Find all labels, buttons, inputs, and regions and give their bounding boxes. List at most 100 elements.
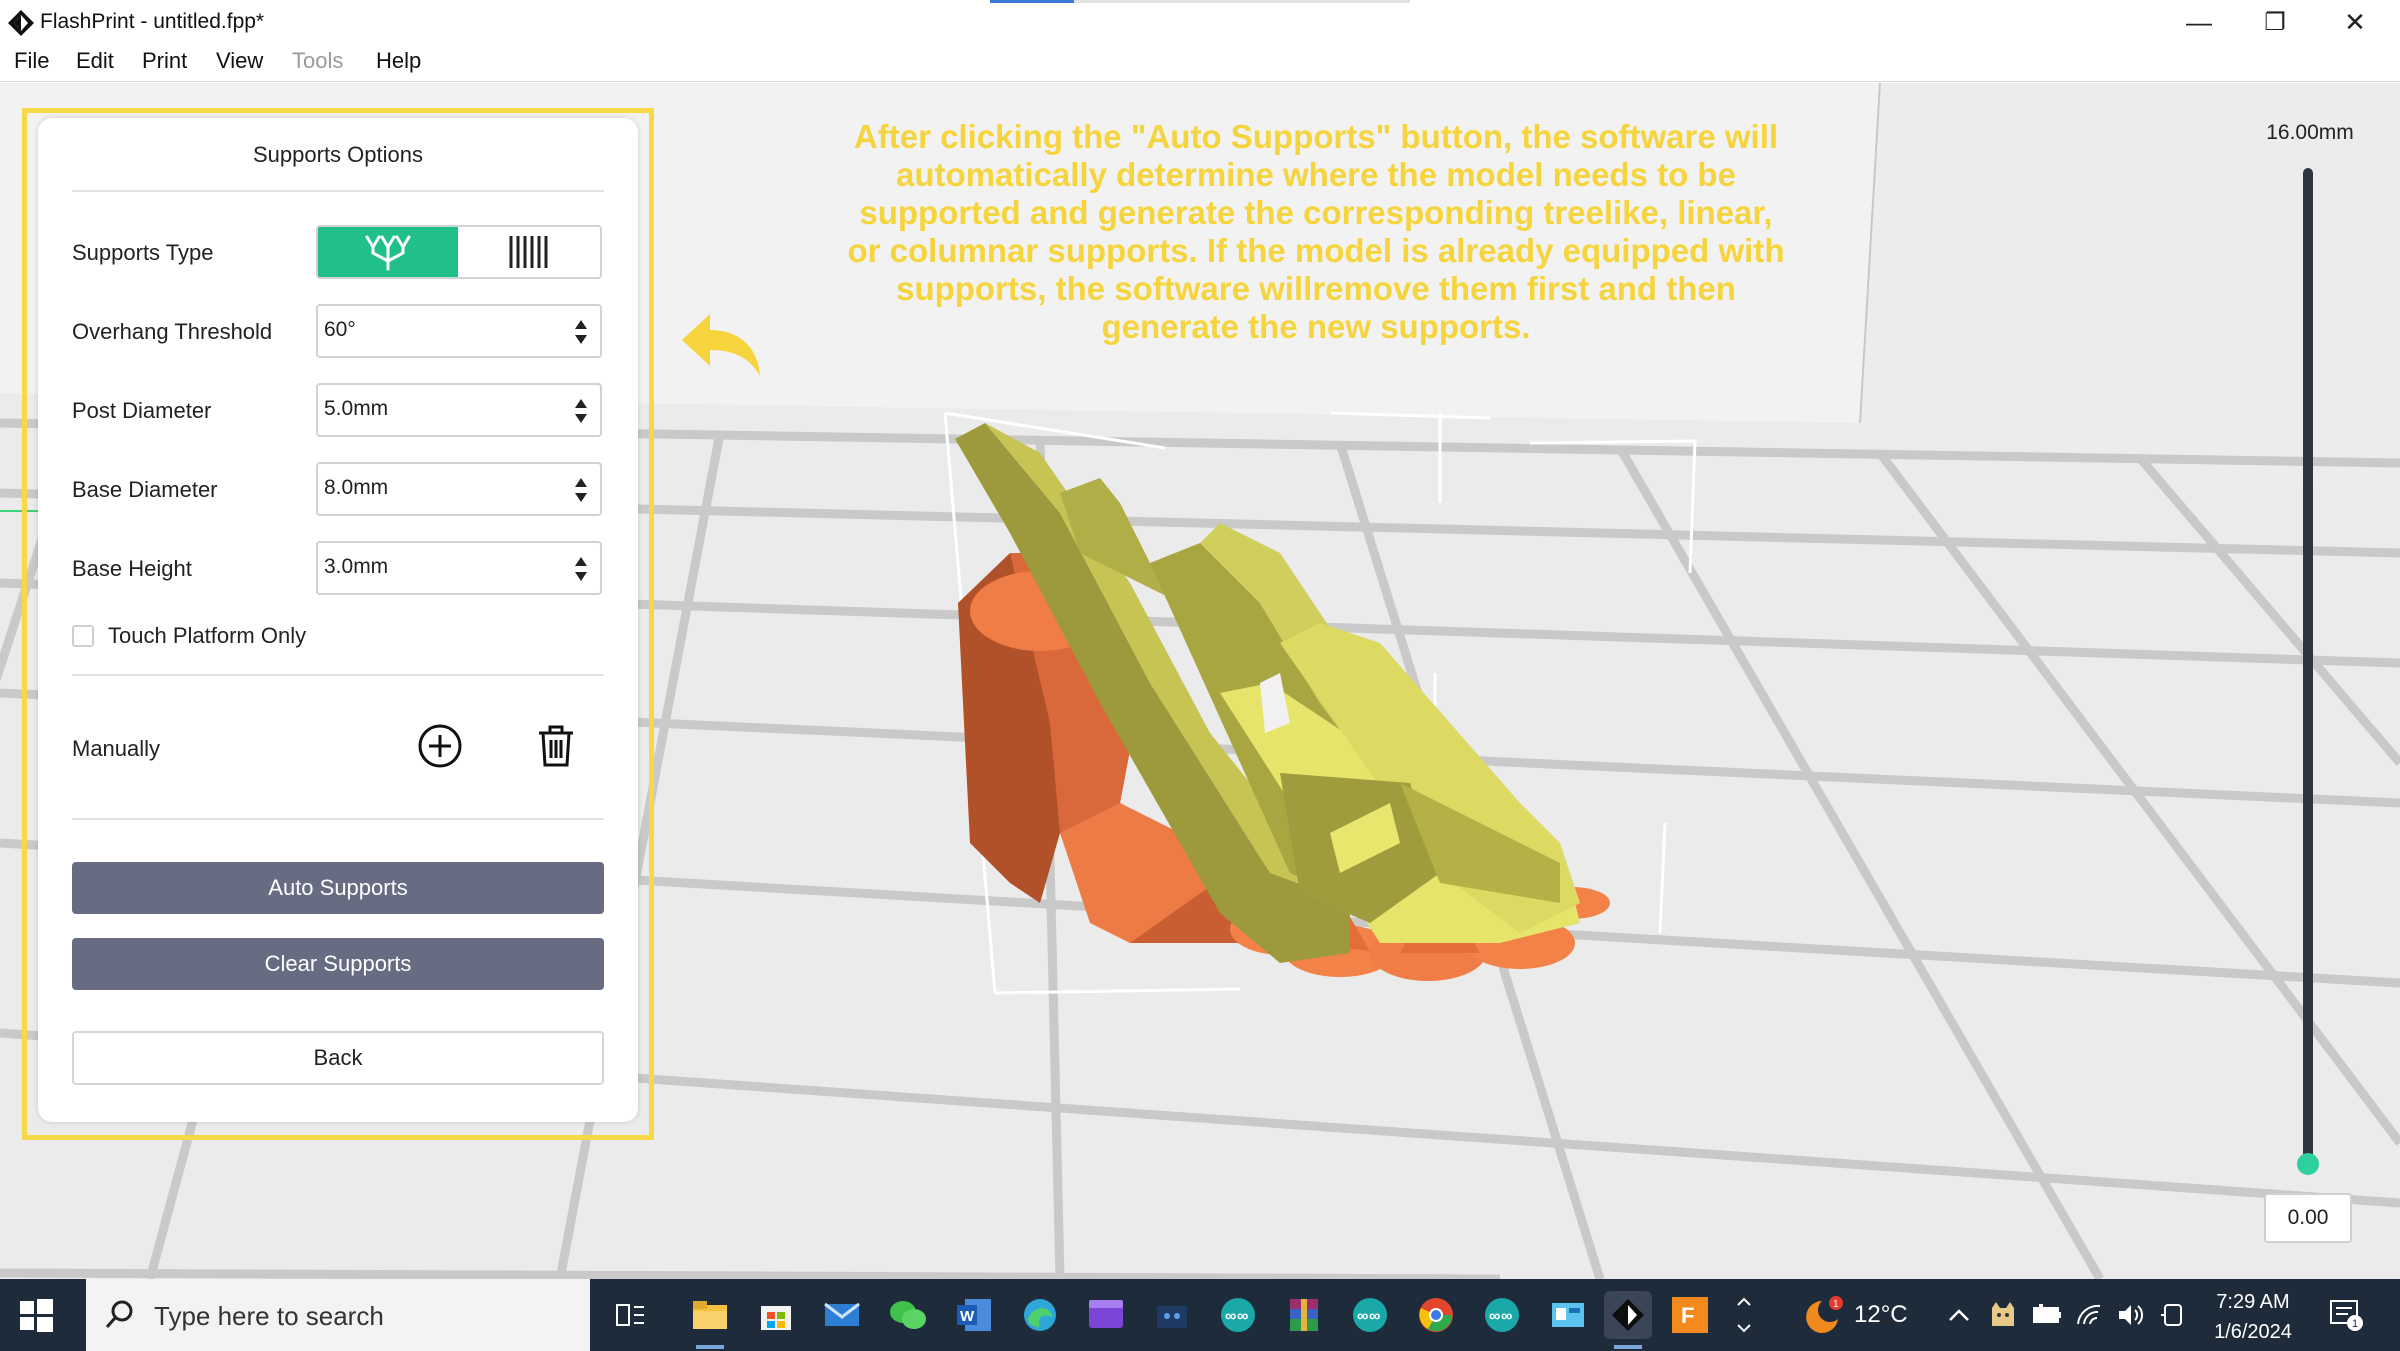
- weather-icon[interactable]: 1: [1800, 1291, 1848, 1339]
- add-circle-icon: [418, 724, 462, 768]
- menu-view[interactable]: View: [216, 48, 263, 74]
- post-diameter-label: Post Diameter: [72, 398, 212, 423]
- svg-text:∞: ∞: [1357, 1308, 1368, 1325]
- minimize-button[interactable]: —: [2164, 4, 2234, 40]
- svg-text:∞: ∞: [1501, 1308, 1512, 1325]
- arduino-icon-3[interactable]: ∞ ∞: [1478, 1291, 1526, 1339]
- microsoft-store-icon[interactable]: [752, 1291, 800, 1339]
- spin-arrows-icon[interactable]: [574, 474, 588, 506]
- treelike-support-option[interactable]: [318, 227, 458, 277]
- control-panel-icon[interactable]: [1544, 1291, 1592, 1339]
- svg-text:1: 1: [2352, 1318, 2358, 1330]
- winrar-icon[interactable]: [1280, 1291, 1328, 1339]
- menu-tools[interactable]: Tools: [292, 48, 343, 74]
- auto-supports-button[interactable]: Auto Supports: [72, 862, 604, 914]
- word-icon[interactable]: W: [950, 1291, 998, 1339]
- spin-arrows-icon[interactable]: [574, 316, 588, 348]
- spin-arrows-icon[interactable]: [574, 395, 588, 427]
- flashprint-window: FlashPrint - untitled.fpp* — ❐ ✕ File Ed…: [0, 0, 2400, 1351]
- manually-label: Manually: [72, 736, 161, 761]
- linear-icon: [509, 236, 548, 268]
- taskbar-search[interactable]: Type here to search: [86, 1279, 590, 1351]
- overhang-threshold-spinbox[interactable]: 60°: [316, 304, 602, 358]
- title-progress-indicator: [990, 0, 1410, 3]
- divider: [72, 818, 604, 820]
- tray-cat-app-icon[interactable]: [1984, 1291, 2022, 1339]
- svg-text:W: W: [960, 1308, 975, 1325]
- battery-icon[interactable]: [2028, 1291, 2066, 1339]
- svg-text:∞: ∞: [1225, 1308, 1236, 1325]
- menu-bar: File Edit Print View Tools Help: [0, 44, 2400, 82]
- weather-temperature[interactable]: 12°C: [1854, 1301, 1908, 1329]
- base-height-spinbox[interactable]: 3.0mm: [316, 541, 602, 595]
- svg-text:∞: ∞: [1489, 1308, 1500, 1325]
- fusion360-icon[interactable]: F: [1666, 1291, 1714, 1339]
- clear-supports-button[interactable]: Clear Supports: [72, 938, 604, 990]
- task-view-icon[interactable]: [606, 1291, 654, 1339]
- notification-center-icon[interactable]: 1: [2322, 1291, 2370, 1339]
- post-diameter-spinbox[interactable]: 5.0mm: [316, 383, 602, 437]
- base-diameter-spinbox[interactable]: 8.0mm: [316, 462, 602, 516]
- menu-file[interactable]: File: [14, 48, 49, 74]
- base-height-label: Base Height: [72, 556, 192, 581]
- menu-edit[interactable]: Edit: [76, 48, 114, 74]
- svg-text:F: F: [1681, 1303, 1694, 1328]
- supports-type-label: Supports Type: [72, 240, 214, 265]
- clock[interactable]: 7:29 AM 1/6/2024: [2198, 1287, 2308, 1347]
- close-button[interactable]: ✕: [2320, 4, 2390, 40]
- window-title: FlashPrint - untitled.fpp*: [40, 10, 265, 33]
- spin-arrows-icon[interactable]: [574, 553, 588, 585]
- app-cat-icon[interactable]: [1148, 1291, 1196, 1339]
- linear-support-option[interactable]: [458, 227, 600, 277]
- svg-text:∞: ∞: [1369, 1308, 1380, 1325]
- curved-arrow-icon: [682, 314, 760, 376]
- volume-icon[interactable]: [2112, 1291, 2150, 1339]
- mail-icon[interactable]: [818, 1291, 866, 1339]
- clipchamp-icon[interactable]: [1082, 1291, 1130, 1339]
- delete-support-button[interactable]: [531, 721, 581, 771]
- overhang-threshold-value: 60°: [324, 318, 356, 341]
- overhang-threshold-label: Overhang Threshold: [72, 319, 273, 344]
- height-max-label: 16.00mm: [2266, 121, 2354, 144]
- flashprint-taskbar-icon[interactable]: [1604, 1291, 1652, 1349]
- divider: [72, 674, 604, 676]
- flashprint-logo-icon: [8, 10, 34, 36]
- search-placeholder: Type here to search: [154, 1301, 384, 1331]
- tray-chevron-up-icon[interactable]: [1940, 1291, 1978, 1339]
- divider: [72, 190, 604, 192]
- arduino-icon-2[interactable]: ∞ ∞: [1346, 1291, 1394, 1339]
- touch-platform-label: Touch Platform Only: [108, 623, 307, 648]
- svg-text:1: 1: [1833, 1299, 1839, 1310]
- taskbar-overflow-arrows-icon[interactable]: [1730, 1291, 1758, 1339]
- clock-time: 7:29 AM: [2216, 1291, 2290, 1313]
- menu-help[interactable]: Help: [376, 48, 421, 74]
- search-icon: [105, 1300, 133, 1328]
- instruction-annotation: After clicking the "Auto Supports" butto…: [847, 118, 1785, 345]
- chrome-icon[interactable]: [1412, 1291, 1460, 1339]
- device-icon[interactable]: [2154, 1291, 2192, 1339]
- base-height-value: 3.0mm: [324, 555, 389, 578]
- base-diameter-label: Base Diameter: [72, 477, 218, 502]
- arduino-icon[interactable]: ∞ ∞: [1214, 1291, 1262, 1339]
- edge-icon[interactable]: [1016, 1291, 1064, 1339]
- windows-start-icon[interactable]: [16, 1295, 56, 1335]
- post-diameter-value: 5.0mm: [324, 397, 389, 420]
- touch-platform-checkbox[interactable]: [72, 625, 94, 647]
- wechat-icon[interactable]: [884, 1291, 932, 1339]
- svg-text:∞: ∞: [1237, 1308, 1248, 1325]
- restore-button[interactable]: ❐: [2240, 4, 2310, 40]
- height-value-field[interactable]: 0.00: [2264, 1193, 2352, 1243]
- menu-print[interactable]: Print: [142, 48, 187, 74]
- wifi-icon[interactable]: [2070, 1291, 2108, 1339]
- add-support-button[interactable]: [415, 721, 465, 771]
- supports-type-toggle: [316, 225, 602, 279]
- windows-taskbar: Type here to search W ∞ ∞ ∞ ∞ ∞ ∞ F 1 12…: [0, 1279, 2400, 1351]
- clock-date: 1/6/2024: [2214, 1321, 2292, 1343]
- height-slider-handle[interactable]: [2297, 1153, 2319, 1175]
- file-explorer-icon[interactable]: [686, 1291, 734, 1349]
- base-diameter-value: 8.0mm: [324, 476, 389, 499]
- height-slider-track[interactable]: [2303, 168, 2313, 1165]
- supports-options-panel: Supports Options Supports Type Overhang …: [38, 118, 638, 1122]
- treelike-icon: [365, 235, 411, 271]
- back-button[interactable]: Back: [72, 1031, 604, 1085]
